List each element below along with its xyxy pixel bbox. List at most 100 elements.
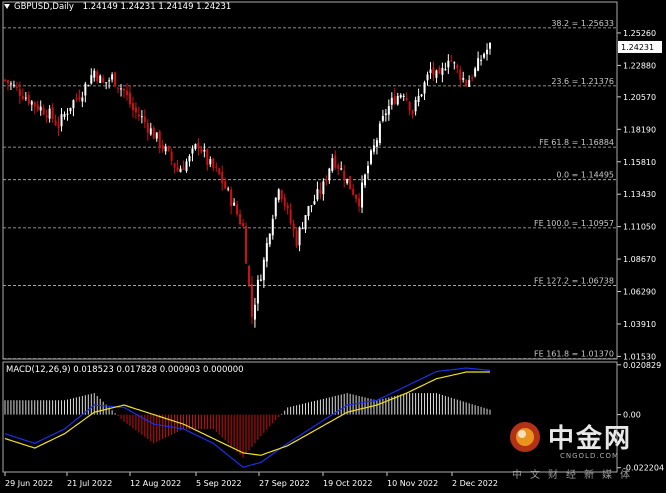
- bull-candle: [30, 101, 33, 105]
- bull-candle: [423, 82, 426, 94]
- bear-candle: [33, 102, 36, 107]
- bear-candle: [117, 87, 120, 89]
- bull-candle: [301, 228, 304, 230]
- ohlc-readout: 1.24149 1.24231 1.24149 1.24231: [82, 2, 232, 12]
- bear-candle: [292, 223, 295, 231]
- bull-candle: [477, 58, 480, 71]
- bear-candle: [176, 167, 179, 171]
- cngold-watermark: 中金网 CNGOLD.COM 中文财经新媒体: [508, 418, 658, 481]
- bear-candle: [408, 101, 411, 111]
- fib-level-label: 0.0 = 1.14495: [556, 171, 614, 180]
- time-tick-label: 27 Sep 2022: [259, 479, 310, 488]
- time-tick-label: 5 Sep 2022: [196, 479, 242, 488]
- bear-candle: [21, 96, 24, 99]
- bear-candle: [221, 171, 224, 184]
- bull-candle: [66, 113, 69, 115]
- bull-candle: [191, 148, 194, 154]
- bear-candle: [200, 148, 203, 153]
- bull-candle: [209, 159, 212, 165]
- bear-candle: [6, 80, 9, 84]
- bull-candle: [262, 259, 265, 281]
- time-tick-label: 12 Aug 2022: [130, 479, 181, 488]
- bear-candle: [57, 123, 60, 129]
- price-tick-label: 1.22880: [623, 61, 656, 70]
- price-tick-label: 1.15810: [623, 158, 656, 167]
- bull-candle: [24, 97, 27, 99]
- price-tick-label: 1.11050: [623, 223, 656, 232]
- watermark-sub: 中文财经新媒体: [512, 470, 638, 481]
- bull-candle: [429, 69, 432, 74]
- bull-candle: [149, 128, 152, 135]
- bear-candle: [54, 120, 57, 125]
- price-tick-label: 1.20570: [623, 93, 656, 102]
- bear-candle: [295, 230, 298, 247]
- bull-candle: [268, 233, 271, 245]
- bear-candle: [128, 92, 131, 105]
- bear-candle: [137, 114, 140, 117]
- price-tick-label: 1.06290: [623, 288, 656, 297]
- bear-candle: [465, 80, 468, 86]
- bull-candle: [340, 168, 343, 170]
- bear-candle: [393, 96, 396, 105]
- bull-candle: [227, 188, 230, 190]
- bear-candle: [114, 72, 117, 87]
- bear-candle: [4, 79, 6, 81]
- price-tick-label: 1.25260: [623, 29, 656, 38]
- bear-candle: [215, 166, 218, 168]
- time-tick-label: 19 Oct 2022: [323, 479, 372, 488]
- bull-candle: [474, 68, 477, 77]
- macd-tick-label: 0.020829: [623, 361, 661, 370]
- bull-candle: [111, 74, 114, 80]
- bear-candle: [239, 214, 242, 225]
- bear-candle: [173, 163, 176, 168]
- bear-candle: [96, 71, 99, 82]
- bear-candle: [349, 176, 352, 190]
- bear-candle: [131, 103, 134, 111]
- bull-candle: [390, 97, 393, 105]
- bull-candle: [194, 144, 197, 149]
- bear-candle: [405, 97, 408, 101]
- bear-candle: [51, 106, 54, 120]
- bear-candle: [450, 60, 453, 62]
- bull-candle: [483, 53, 486, 58]
- time-tick-label: 21 Jul 2022: [67, 479, 112, 488]
- bear-candle: [230, 189, 233, 207]
- bull-candle: [84, 83, 87, 96]
- bull-candle: [256, 279, 259, 304]
- bull-candle: [372, 145, 375, 152]
- bear-candle: [411, 110, 414, 114]
- bull-candle: [233, 202, 236, 206]
- bull-candle: [155, 132, 158, 139]
- bear-candle: [146, 123, 149, 133]
- bear-candle: [247, 265, 250, 285]
- watermark-cn: 中金网: [548, 424, 633, 454]
- bear-candle: [459, 69, 462, 80]
- bull-candle: [381, 116, 384, 121]
- time-tick-label: 2 Dec 2022: [452, 479, 498, 488]
- bear-candle: [432, 67, 435, 76]
- dropdown-triangle-icon[interactable]: [4, 4, 10, 9]
- time-tick-label: 29 Jun 2022: [5, 479, 53, 488]
- chart-header: GBPUSD,Daily 1.24149 1.24231 1.24149 1.2…: [4, 2, 231, 12]
- bull-candle: [402, 95, 405, 98]
- bull-candle: [99, 75, 102, 84]
- bear-candle: [167, 146, 170, 151]
- bull-candle: [417, 96, 420, 102]
- bear-candle: [134, 107, 137, 113]
- bear-candle: [212, 158, 215, 168]
- time-tick-label: 10 Nov 2022: [387, 479, 438, 488]
- bear-candle: [206, 149, 209, 165]
- bull-candle: [179, 168, 182, 173]
- bull-candle: [105, 82, 108, 84]
- bull-candle: [69, 107, 72, 112]
- bull-candle: [328, 168, 331, 181]
- bear-candle: [283, 197, 286, 207]
- bear-candle: [143, 116, 146, 123]
- bull-candle: [369, 150, 372, 164]
- price-tick-label: 1.18190: [623, 125, 656, 134]
- bull-candle: [364, 174, 367, 186]
- bear-candle: [42, 108, 45, 115]
- macd-header: MACD(12,26,9) 0.018523 0.017828 0.000903…: [6, 365, 244, 375]
- bull-candle: [120, 88, 123, 90]
- bear-candle: [236, 204, 239, 215]
